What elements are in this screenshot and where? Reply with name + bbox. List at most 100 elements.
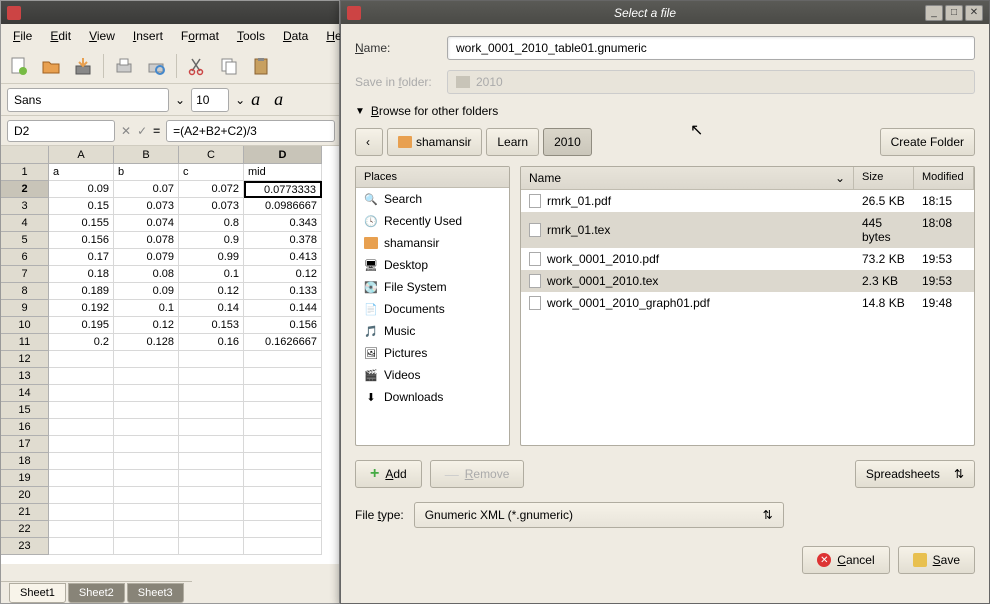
minimize-button[interactable]: _ xyxy=(925,5,943,21)
row-header[interactable]: 15 xyxy=(1,402,49,419)
cell[interactable]: 0.079 xyxy=(114,249,179,266)
sheet-tab-3[interactable]: Sheet3 xyxy=(127,583,184,603)
col-header-b[interactable]: B xyxy=(114,146,179,164)
place-music[interactable]: 🎵Music xyxy=(356,320,509,342)
path-segment-2010[interactable]: 2010 xyxy=(543,128,592,156)
cell[interactable] xyxy=(49,453,114,470)
row-header[interactable]: 10 xyxy=(1,317,49,334)
cell[interactable] xyxy=(49,419,114,436)
cell[interactable]: mid xyxy=(244,164,322,181)
file-row[interactable]: rmrk_01.tex445 bytes18:08 xyxy=(521,212,974,248)
file-row[interactable]: work_0001_2010.tex2.3 KB19:53 xyxy=(521,270,974,292)
cell[interactable] xyxy=(114,538,179,555)
cell[interactable]: 0.189 xyxy=(49,283,114,300)
menu-file[interactable]: FFileile xyxy=(5,26,40,46)
cell[interactable] xyxy=(179,419,244,436)
cell[interactable] xyxy=(244,487,322,504)
row-header[interactable]: 5 xyxy=(1,232,49,249)
cell[interactable]: 0.078 xyxy=(114,232,179,249)
cell[interactable]: 0.413 xyxy=(244,249,322,266)
cell[interactable] xyxy=(244,419,322,436)
cell[interactable]: 0.0986667 xyxy=(244,198,322,215)
col-header-c[interactable]: C xyxy=(179,146,244,164)
cell[interactable]: 0.195 xyxy=(49,317,114,334)
cell[interactable]: 0.12 xyxy=(114,317,179,334)
cell[interactable] xyxy=(179,402,244,419)
cell[interactable]: 0.12 xyxy=(244,266,322,283)
row-header[interactable]: 1 xyxy=(1,164,49,181)
place-home[interactable]: shamansir xyxy=(356,232,509,254)
cell[interactable] xyxy=(114,470,179,487)
print-preview-button[interactable] xyxy=(142,52,170,80)
row-header[interactable]: 12 xyxy=(1,351,49,368)
save-button[interactable]: Save xyxy=(898,546,975,574)
file-row[interactable]: work_0001_2010.pdf73.2 KB19:53 xyxy=(521,248,974,270)
filelist-header-modified[interactable]: Modified xyxy=(914,167,974,189)
bold-button[interactable]: a xyxy=(251,89,260,110)
cell[interactable]: 0.133 xyxy=(244,283,322,300)
cell[interactable]: 0.072 xyxy=(179,181,244,198)
cell[interactable] xyxy=(114,436,179,453)
filelist-header-name[interactable]: Name⌄ xyxy=(521,167,854,189)
file-row[interactable]: work_0001_2010_graph01.pdf14.8 KB19:48 xyxy=(521,292,974,314)
cell[interactable] xyxy=(114,453,179,470)
cell[interactable] xyxy=(49,402,114,419)
cell[interactable] xyxy=(244,351,322,368)
equals-icon[interactable]: = xyxy=(153,122,160,140)
cell[interactable] xyxy=(179,351,244,368)
create-folder-button[interactable]: Create Folder xyxy=(880,128,975,156)
row-header[interactable]: 9 xyxy=(1,300,49,317)
spreadsheet-grid[interactable]: A B C D 12345678910111213141516171819202… xyxy=(1,146,339,564)
cell[interactable] xyxy=(179,487,244,504)
copy-button[interactable] xyxy=(215,52,243,80)
cell[interactable]: 0.12 xyxy=(179,283,244,300)
row-header[interactable]: 6 xyxy=(1,249,49,266)
cell[interactable]: a xyxy=(49,164,114,181)
cell[interactable]: 0.17 xyxy=(49,249,114,266)
cell[interactable]: 0.18 xyxy=(49,266,114,283)
font-size-input[interactable] xyxy=(191,88,229,112)
cell[interactable]: 0.08 xyxy=(114,266,179,283)
italic-button[interactable]: a xyxy=(274,89,283,110)
cell[interactable]: 0.99 xyxy=(179,249,244,266)
cell[interactable] xyxy=(49,351,114,368)
paste-button[interactable] xyxy=(247,52,275,80)
cell[interactable] xyxy=(179,521,244,538)
cell[interactable]: 0.155 xyxy=(49,215,114,232)
col-header-a[interactable]: A xyxy=(49,146,114,164)
cell[interactable] xyxy=(114,368,179,385)
menu-view[interactable]: View xyxy=(81,26,123,46)
cell[interactable]: 0.144 xyxy=(244,300,322,317)
cell[interactable]: 0.14 xyxy=(179,300,244,317)
cancel-edit-icon[interactable]: ✕ xyxy=(121,122,131,140)
select-all-corner[interactable] xyxy=(1,146,49,164)
cell[interactable] xyxy=(179,538,244,555)
row-header[interactable]: 11 xyxy=(1,334,49,351)
cell[interactable]: 0.343 xyxy=(244,215,322,232)
file-row[interactable]: rmrk_01.pdf26.5 KB18:15 xyxy=(521,190,974,212)
cell[interactable]: 0.073 xyxy=(179,198,244,215)
place-search[interactable]: 🔍Search xyxy=(356,188,509,210)
cell[interactable] xyxy=(179,453,244,470)
cell[interactable] xyxy=(179,368,244,385)
row-header[interactable]: 21 xyxy=(1,504,49,521)
row-header[interactable]: 16 xyxy=(1,419,49,436)
cell[interactable] xyxy=(114,385,179,402)
cell[interactable] xyxy=(244,504,322,521)
cell[interactable] xyxy=(244,385,322,402)
cell[interactable]: 0.09 xyxy=(49,181,114,198)
size-dropdown-icon[interactable]: ⌄ xyxy=(235,93,245,107)
cell[interactable]: 0.073 xyxy=(114,198,179,215)
cell[interactable]: 0.1 xyxy=(179,266,244,283)
cell[interactable] xyxy=(179,504,244,521)
row-header[interactable]: 7 xyxy=(1,266,49,283)
cell[interactable] xyxy=(49,368,114,385)
cell[interactable]: 0.0773333 xyxy=(244,181,322,198)
cell[interactable]: 0.074 xyxy=(114,215,179,232)
row-header[interactable]: 19 xyxy=(1,470,49,487)
cell[interactable] xyxy=(179,436,244,453)
cell[interactable] xyxy=(114,504,179,521)
cell[interactable]: 0.16 xyxy=(179,334,244,351)
browse-expander[interactable]: ▼ Browse for other folders xyxy=(355,104,975,118)
menu-data[interactable]: Data xyxy=(275,26,316,46)
